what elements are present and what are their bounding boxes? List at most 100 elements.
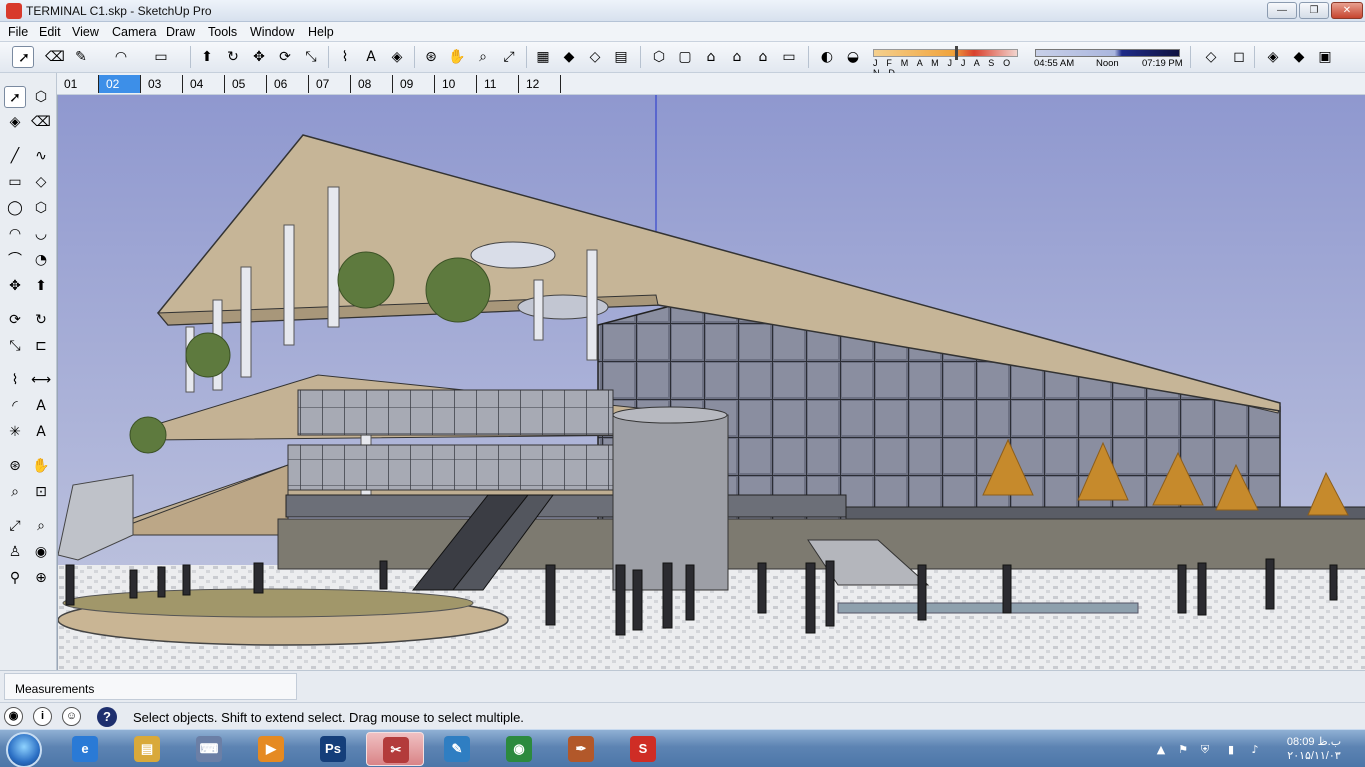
text-icon[interactable]: A [30, 395, 52, 417]
toolbar-select-arrow-button[interactable]: ➚ [12, 46, 34, 68]
toolbar-fog-button[interactable]: ◒ [842, 46, 864, 68]
show-hidden-icons-icon[interactable]: ▲ [1154, 743, 1168, 757]
scene-tab-10[interactable]: 10 [435, 75, 477, 93]
toolbar-zoom-button[interactable]: ⌕ [472, 46, 494, 68]
shadow-date-slider[interactable] [873, 49, 1018, 57]
offset-icon[interactable]: ⊏ [30, 335, 52, 357]
make-component-icon[interactable]: ⬡ [30, 86, 52, 108]
toolbar-eraser-button[interactable]: ⌫ [44, 46, 66, 68]
three-point-arc-icon[interactable]: ⌒ [4, 249, 26, 271]
scene-tab-08[interactable]: 08 [351, 75, 393, 93]
maximize-button[interactable]: ❐ [1299, 2, 1329, 19]
tape-measure-icon[interactable]: ⌇ [4, 369, 26, 391]
zoom-window-icon[interactable]: ⊡ [30, 481, 52, 503]
look-around-icon[interactable]: ◉ [30, 541, 52, 563]
taskbar-media-player-button[interactable]: ▶ [242, 732, 300, 766]
volume-icon[interactable]: ♪ [1248, 743, 1262, 757]
toolbar-paint-bucket-button[interactable]: ◈ [386, 46, 408, 68]
toolbar-rectangle-button[interactable]: ▭ [150, 46, 172, 68]
taskbar-keyboard-app-button[interactable]: ⌨ [180, 732, 238, 766]
network-signal-icon[interactable]: ▮ [1224, 743, 1238, 757]
scale-icon[interactable]: ⤡ [4, 335, 26, 357]
orbit-icon[interactable]: ⊛ [4, 455, 26, 477]
scene-tab-12[interactable]: 12 [519, 75, 561, 93]
toolbar-shaded-textures-button[interactable]: ▣ [1314, 46, 1336, 68]
section-plane-icon[interactable]: ⊕ [30, 567, 52, 589]
circle-icon[interactable]: ◯ [4, 197, 26, 219]
push-pull-icon[interactable]: ⬆ [30, 275, 52, 297]
axes-icon[interactable]: ✳ [4, 421, 26, 443]
toolbar-front-view-button[interactable]: ⌂ [700, 46, 722, 68]
3d-text-icon[interactable]: A [30, 421, 52, 443]
toolbar-tape-measure-button[interactable]: ⌇ [334, 46, 356, 68]
toolbar-shadows-toggle-button[interactable]: ◐ [816, 46, 838, 68]
toolbar-iso-view-button[interactable]: ⬡ [648, 46, 670, 68]
menu-edit[interactable]: Edit [39, 25, 61, 39]
toolbar-left-view-button[interactable]: ▭ [778, 46, 800, 68]
toolbar-push-pull-button[interactable]: ⬆ [196, 46, 218, 68]
credits-info-icon[interactable]: i [33, 707, 52, 726]
scene-tab-06[interactable]: 06 [267, 75, 309, 93]
taskbar-pen-app-button[interactable]: ✒ [552, 732, 610, 766]
pan-icon[interactable]: ✋ [30, 455, 52, 477]
move-icon[interactable]: ✥ [4, 275, 26, 297]
scene-tab-03[interactable]: 03 [141, 75, 183, 93]
taskbar-photoshop-button[interactable]: Ps [304, 732, 362, 766]
two-point-arc-icon[interactable]: ◡ [30, 223, 52, 245]
taskbar-internet-explorer-button[interactable]: e [56, 732, 114, 766]
rectangle-icon[interactable]: ▭ [4, 171, 26, 193]
toolbar-right-view-button[interactable]: ⌂ [726, 46, 748, 68]
security-icon[interactable]: ⛨ [1198, 743, 1212, 757]
scene-tab-02[interactable]: 02 [99, 75, 141, 93]
arc-icon[interactable]: ◠ [4, 223, 26, 245]
toolbar-arc-button[interactable]: ◠ [110, 46, 132, 68]
toolbar-text-button[interactable]: A [360, 46, 382, 68]
model-viewport[interactable] [57, 95, 1365, 670]
toolbar-pan-button[interactable]: ✋ [446, 46, 468, 68]
zoom-extents-icon[interactable]: ⤢ [4, 515, 26, 537]
taskbar-brush-app-button[interactable]: ✎ [428, 732, 486, 766]
toolbar-follow-me-button[interactable]: ↻ [222, 46, 244, 68]
menu-draw[interactable]: Draw [166, 25, 195, 39]
taskbar-active-tool-app-button[interactable]: ✂ [366, 732, 424, 766]
dimension-icon[interactable]: ⟷ [30, 369, 52, 391]
toolbar-top-view-button[interactable]: ▢ [674, 46, 696, 68]
shadow-time-slider[interactable] [1035, 49, 1180, 57]
taskbar-sketchup-button[interactable]: S [614, 732, 672, 766]
rotated-rectangle-icon[interactable]: ◇ [30, 171, 52, 193]
menu-view[interactable]: View [72, 25, 99, 39]
scene-tab-11[interactable]: 11 [477, 75, 519, 93]
toolbar-pencil-button[interactable]: ✎ [70, 46, 92, 68]
measurements-box[interactable]: Measurements [4, 673, 297, 700]
scene-tab-01[interactable]: 01 [57, 75, 99, 93]
toolbar-shaded-button[interactable]: ◆ [1288, 46, 1310, 68]
zoom-icon[interactable]: ⌕ [4, 481, 26, 503]
position-camera-icon[interactable]: ♙ [4, 541, 26, 563]
eraser-icon[interactable]: ⌫ [30, 111, 52, 133]
toolbar-hidden-line-button[interactable]: ◈ [1262, 46, 1284, 68]
line-icon[interactable]: ╱ [4, 145, 26, 167]
minimize-button[interactable]: — [1267, 2, 1297, 19]
freehand-icon[interactable]: ∿ [30, 145, 52, 167]
toolbar-wireframe-button[interactable]: ◻ [1228, 46, 1250, 68]
action-center-flag-icon[interactable]: ⚑ [1176, 743, 1190, 757]
menu-tools[interactable]: Tools [208, 25, 237, 39]
toolbar-rotate-button[interactable]: ⟳ [274, 46, 296, 68]
pie-icon[interactable]: ◔ [30, 249, 52, 271]
walk-icon[interactable]: ⚲ [4, 567, 26, 589]
toolbar-xray-button[interactable]: ◇ [1200, 46, 1222, 68]
geo-location-icon[interactable]: ◉ [4, 707, 23, 726]
toolbar-zoom-extents-button[interactable]: ⤢ [498, 46, 520, 68]
protractor-icon[interactable]: ◜ [4, 395, 26, 417]
user-account-icon[interactable]: ☺ [62, 707, 81, 726]
toolbar-warehouse-button[interactable]: ▦ [532, 46, 554, 68]
toolbar-back-view-button[interactable]: ⌂ [752, 46, 774, 68]
rotate-icon[interactable]: ⟳ [4, 309, 26, 331]
previous-view-icon[interactable]: ⌕ [30, 515, 52, 537]
scene-tab-05[interactable]: 05 [225, 75, 267, 93]
follow-me-icon[interactable]: ↻ [30, 309, 52, 331]
scene-tab-09[interactable]: 09 [393, 75, 435, 93]
paint-bucket-icon[interactable]: ◈ [4, 111, 26, 133]
start-button[interactable] [6, 732, 42, 767]
system-clock[interactable]: 08:09 ب.ظ ۲۰۱۵/۱۱/۰۳ [1278, 735, 1350, 763]
